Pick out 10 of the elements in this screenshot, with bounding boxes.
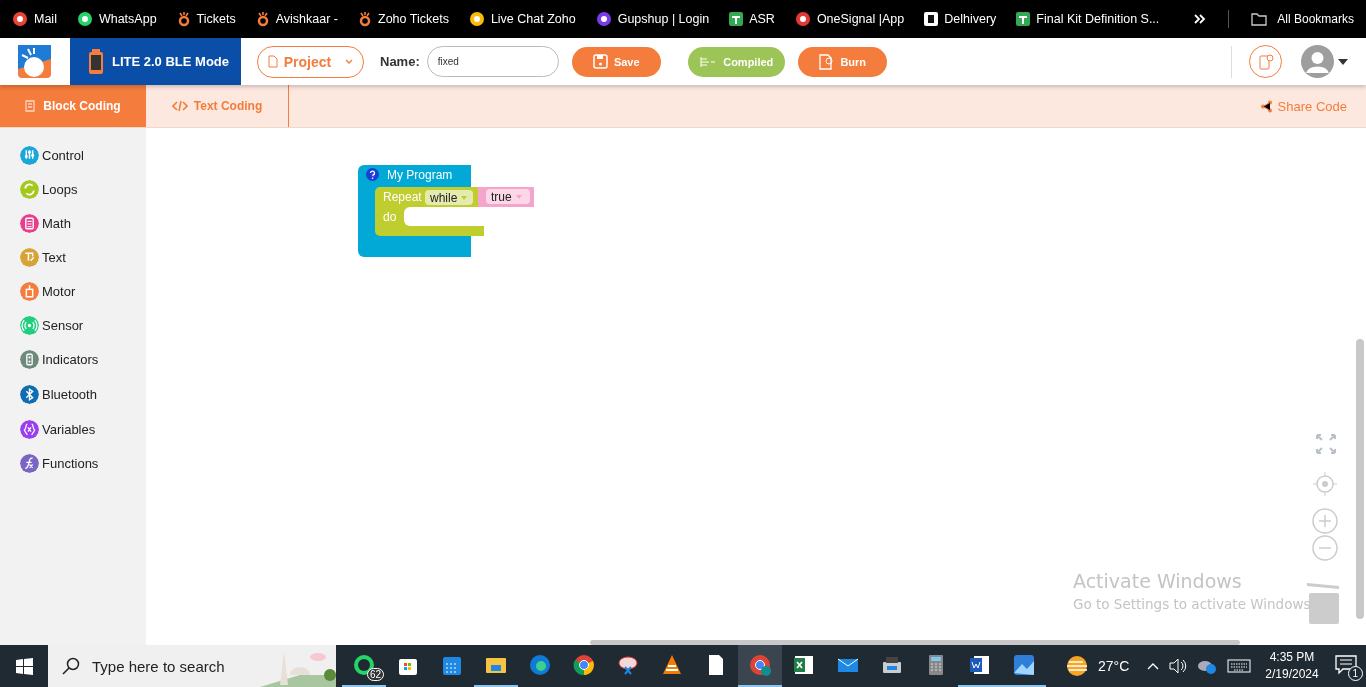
search-placeholder: Type here to search	[92, 657, 225, 675]
activation-title: Activate Windows	[1073, 570, 1243, 592]
block-title: My Program	[387, 168, 453, 182]
device-mode-label: LITE 2.0 BLE Mode	[112, 54, 229, 69]
badge: 62	[366, 668, 384, 681]
activation-message: Go to Settings to activate Windows.	[1073, 596, 1315, 612]
block-label: Repeat	[383, 190, 422, 204]
notification-count: 1	[1347, 666, 1363, 681]
block-label: do	[383, 210, 397, 224]
name-label: Name:	[380, 54, 420, 69]
